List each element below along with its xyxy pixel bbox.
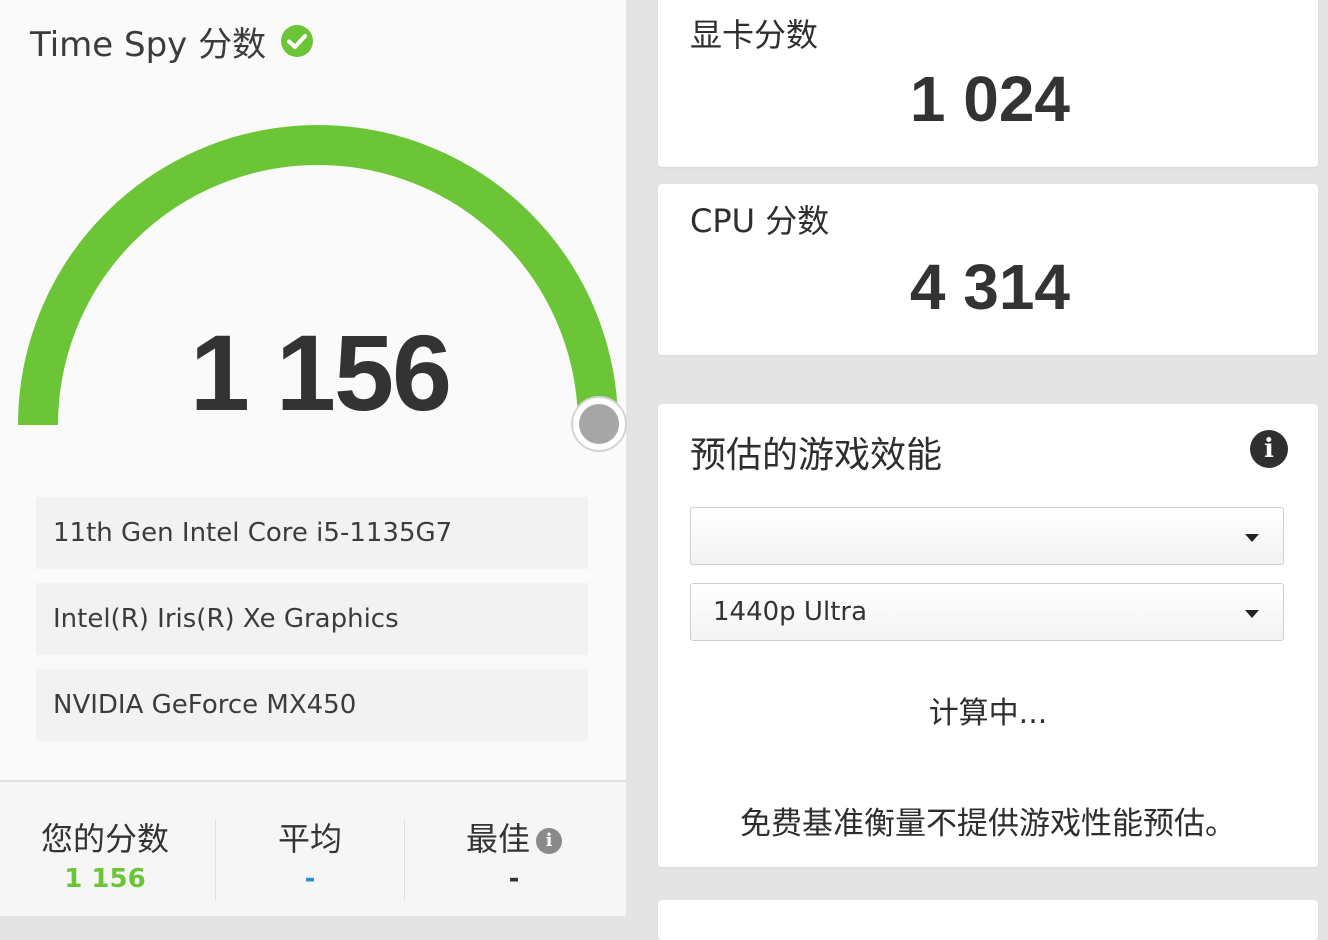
- overall-score: 1 156: [189, 312, 452, 433]
- game-performance-card: 预估的游戏效能 i 1440p Ultra 计算中... 免费基准衡量不提供游戏…: [658, 404, 1318, 867]
- score-panel: Time Spy 分数 1 156 11th Gen Intel Core i5…: [0, 0, 627, 916]
- hardware-cpu: 11th Gen Intel Core i5-1135G7: [36, 497, 588, 569]
- best-stat: 最佳 i -: [405, 782, 623, 916]
- info-icon[interactable]: i: [536, 828, 562, 854]
- cpu-score-value: 4 314: [909, 251, 1070, 323]
- hardware-gpu-discrete: NVIDIA GeForce MX450: [36, 669, 588, 741]
- chevron-down-icon: [1245, 610, 1259, 618]
- your-score-label: 您的分数: [40, 820, 169, 858]
- best-value: -: [508, 864, 520, 894]
- best-label-row: 最佳 i: [405, 814, 623, 860]
- cpu-score-card: CPU 分数 4 314: [658, 184, 1318, 355]
- gpu-score-card: 显卡分数 1 024: [658, 0, 1318, 167]
- hardware-gpu-integrated: Intel(R) Iris(R) Xe Graphics: [36, 583, 588, 655]
- gpu-score-value: 1 024: [909, 63, 1070, 135]
- gpu-score-title: 显卡分数: [690, 16, 819, 54]
- average-stat: 平均 -: [216, 782, 404, 916]
- your-score-value: 1 156: [64, 864, 146, 894]
- preset-select[interactable]: 1440p Ultra: [690, 583, 1284, 641]
- score-comparison-bar: 您的分数 1 156 平均 - 最佳 i -: [0, 780, 626, 916]
- calculating-text: 计算中...: [928, 696, 1048, 731]
- best-label: 最佳: [465, 820, 530, 858]
- no-estimate-notice: 免费基准衡量不提供游戏性能预估。: [740, 806, 1236, 842]
- average-value: -: [304, 864, 316, 894]
- info-icon[interactable]: i: [1250, 430, 1288, 468]
- game-select[interactable]: [690, 507, 1284, 565]
- cpu-score-title: CPU 分数: [690, 202, 830, 240]
- next-card: [658, 900, 1318, 940]
- preset-select-value: 1440p Ultra: [713, 597, 868, 627]
- chevron-down-icon: [1245, 534, 1259, 542]
- your-score-stat: 您的分数 1 156: [0, 782, 210, 916]
- game-performance-title: 预估的游戏效能: [690, 435, 943, 476]
- average-label: 平均: [277, 820, 342, 858]
